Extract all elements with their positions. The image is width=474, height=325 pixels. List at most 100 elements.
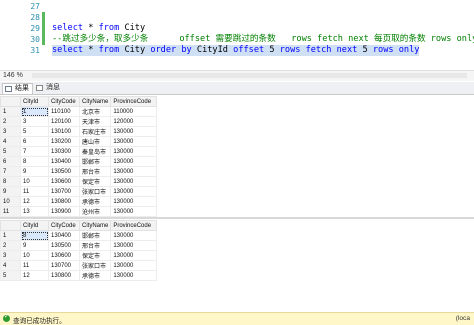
row-number[interactable]: 7 — [0, 166, 21, 177]
table-cell[interactable]: 130000 — [110, 186, 158, 197]
table-cell[interactable]: 130000 — [110, 230, 158, 241]
sql-editor[interactable]: 27 28 29 30 31 select * from City --跳过多少… — [0, 0, 474, 68]
column-header-cityid[interactable]: CityId — [20, 96, 49, 107]
row-number[interactable]: 4 — [0, 260, 21, 271]
table-cell[interactable]: 张家口市 — [78, 260, 112, 271]
table-cell[interactable]: 110000 — [110, 106, 158, 117]
table-cell[interactable]: 7 — [20, 146, 49, 157]
table-cell[interactable]: 唐山市 — [78, 136, 112, 147]
column-header-provincecode[interactable]: ProvinceCode — [110, 220, 158, 231]
table-row[interactable]: 5 12 130800 承德市 130000 — [0, 270, 158, 281]
row-header-corner[interactable] — [0, 96, 21, 107]
table-cell[interactable]: 130600 — [48, 250, 80, 261]
table-cell[interactable]: 130000 — [110, 136, 158, 147]
table-cell[interactable]: 130600 — [48, 176, 80, 187]
row-number[interactable]: 6 — [0, 156, 21, 167]
table-cell[interactable]: 130000 — [110, 176, 158, 187]
table-cell[interactable]: 5 — [20, 126, 49, 137]
table-cell[interactable]: 130000 — [110, 166, 158, 177]
column-header-provincecode[interactable]: ProvinceCode — [110, 96, 158, 107]
table-cell[interactable]: 9 — [20, 240, 49, 251]
table-cell[interactable]: 130800 — [48, 270, 80, 281]
table-cell[interactable]: 保定市 — [78, 250, 112, 261]
table-cell[interactable]: 130800 — [48, 196, 80, 207]
result-grid-2[interactable]: CityId CityCode CityName ProvinceCode 18… — [0, 220, 158, 281]
table-cell[interactable]: 石家庄市 — [78, 126, 112, 137]
table-cell[interactable]: 130000 — [110, 250, 158, 261]
table-cell[interactable]: 9 — [20, 166, 49, 177]
table-cell[interactable]: 130000 — [110, 206, 158, 217]
table-row[interactable]: 2 3 120100 天津市 120000 — [0, 116, 158, 127]
results-splitter[interactable] — [0, 217, 474, 219]
column-header-cityname[interactable]: CityName — [78, 96, 112, 107]
row-number[interactable]: 1 — [0, 106, 21, 117]
row-number[interactable]: 5 — [0, 146, 21, 157]
table-row[interactable]: 5 7 130300 秦皇岛市 130000 — [0, 146, 158, 157]
table-row[interactable]: 8 10 130600 保定市 130000 — [0, 176, 158, 187]
column-header-cityid[interactable]: CityId — [20, 220, 49, 231]
table-cell[interactable]: 130000 — [110, 260, 158, 271]
table-cell[interactable]: 130100 — [48, 126, 80, 137]
table-cell[interactable]: 张家口市 — [78, 186, 112, 197]
row-number[interactable]: 10 — [0, 196, 21, 207]
table-cell[interactable]: 130400 — [48, 156, 80, 167]
row-number[interactable]: 2 — [0, 116, 21, 127]
table-cell[interactable]: 承德市 — [78, 270, 112, 281]
table-cell[interactable]: 130500 — [48, 240, 80, 251]
table-cell[interactable]: 130700 — [48, 186, 80, 197]
table-cell[interactable]: 130400 — [48, 230, 80, 241]
table-cell[interactable]: 130900 — [48, 206, 80, 217]
column-header-citycode[interactable]: CityCode — [48, 220, 80, 231]
table-cell[interactable]: 1 — [20, 106, 49, 117]
table-row[interactable]: 2 9 130500 邢台市 130000 — [0, 240, 158, 251]
table-cell[interactable]: 邢台市 — [78, 240, 112, 251]
table-cell[interactable]: 承德市 — [78, 196, 112, 207]
table-cell[interactable]: 13 — [20, 206, 49, 217]
table-cell[interactable]: 110100 — [48, 106, 80, 117]
table-cell[interactable]: 130500 — [48, 166, 80, 177]
table-cell[interactable]: 120100 — [48, 116, 80, 127]
table-cell[interactable]: 130000 — [110, 196, 158, 207]
table-row[interactable]: 9 11 130700 张家口市 130000 — [0, 186, 158, 197]
result-grid-1[interactable]: CityId CityCode CityName ProvinceCode 11… — [0, 96, 158, 217]
column-header-citycode[interactable]: CityCode — [48, 96, 80, 107]
horizontal-scrollbar[interactable] — [32, 73, 467, 78]
row-number[interactable]: 3 — [0, 126, 21, 137]
table-row[interactable]: 4 11 130700 张家口市 130000 — [0, 260, 158, 271]
table-cell[interactable]: 12 — [20, 270, 49, 281]
tab-messages[interactable]: 消息 — [34, 83, 63, 93]
table-cell[interactable]: 8 — [20, 230, 49, 241]
row-number[interactable]: 4 — [0, 136, 21, 147]
table-cell[interactable]: 130000 — [110, 270, 158, 281]
table-row[interactable]: 6 8 130400 邯郸市 130000 — [0, 156, 158, 167]
row-number[interactable]: 5 — [0, 270, 21, 281]
code-line[interactable]: --跳过多少条，取多少条 offset 需要跳过的条数 rows fetch n… — [52, 34, 474, 45]
row-number[interactable]: 11 — [0, 206, 21, 217]
table-cell[interactable]: 130700 — [48, 260, 80, 271]
row-header-corner[interactable] — [0, 220, 21, 231]
table-cell[interactable]: 邯郸市 — [78, 230, 112, 241]
table-row[interactable]: 3 10 130600 保定市 130000 — [0, 250, 158, 261]
table-cell[interactable]: 3 — [20, 116, 49, 127]
table-cell[interactable]: 邯郸市 — [78, 156, 112, 167]
table-cell[interactable]: 天津市 — [78, 116, 112, 127]
table-cell[interactable]: 10 — [20, 176, 49, 187]
code-line[interactable]: select * from City — [52, 23, 145, 34]
table-cell[interactable]: 11 — [20, 260, 49, 271]
table-cell[interactable]: 保定市 — [78, 176, 112, 187]
table-cell[interactable]: 11 — [20, 186, 49, 197]
row-number[interactable]: 9 — [0, 186, 21, 197]
table-row[interactable]: 1 1 110100 北京市 110000 — [0, 106, 158, 117]
column-header-cityname[interactable]: CityName — [78, 220, 112, 231]
table-cell[interactable]: 12 — [20, 196, 49, 207]
table-row[interactable]: 11 13 130900 沧州市 130000 — [0, 206, 158, 217]
table-cell[interactable]: 6 — [20, 136, 49, 147]
table-cell[interactable]: 130000 — [110, 126, 158, 137]
table-cell[interactable]: 10 — [20, 250, 49, 261]
table-row[interactable]: 4 6 130200 唐山市 130000 — [0, 136, 158, 147]
row-number[interactable]: 1 — [0, 230, 21, 241]
row-number[interactable]: 2 — [0, 240, 21, 251]
tab-results[interactable]: 结果 — [2, 83, 33, 94]
table-cell[interactable]: 北京市 — [78, 106, 112, 117]
row-number[interactable]: 3 — [0, 250, 21, 261]
